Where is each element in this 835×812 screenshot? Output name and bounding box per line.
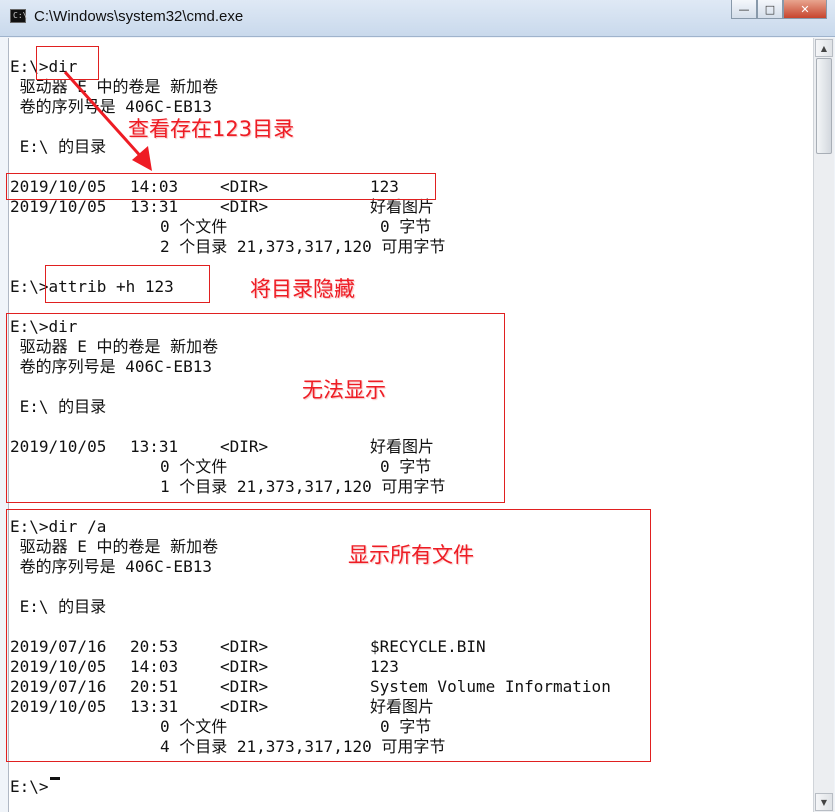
annotation-cannot-show: 无法显示 — [302, 378, 386, 402]
annotation-show-all: 显示所有文件 — [348, 543, 474, 567]
cmd-window: C:\ C:\Windows\system32\cmd.exe — □ ✕ ▲ … — [0, 0, 835, 812]
annotation-check-123: 查看存在123目录 — [128, 117, 295, 141]
annotation-hide-dir: 将目录隐藏 — [250, 277, 355, 301]
annotation-arrow — [63, 70, 152, 171]
